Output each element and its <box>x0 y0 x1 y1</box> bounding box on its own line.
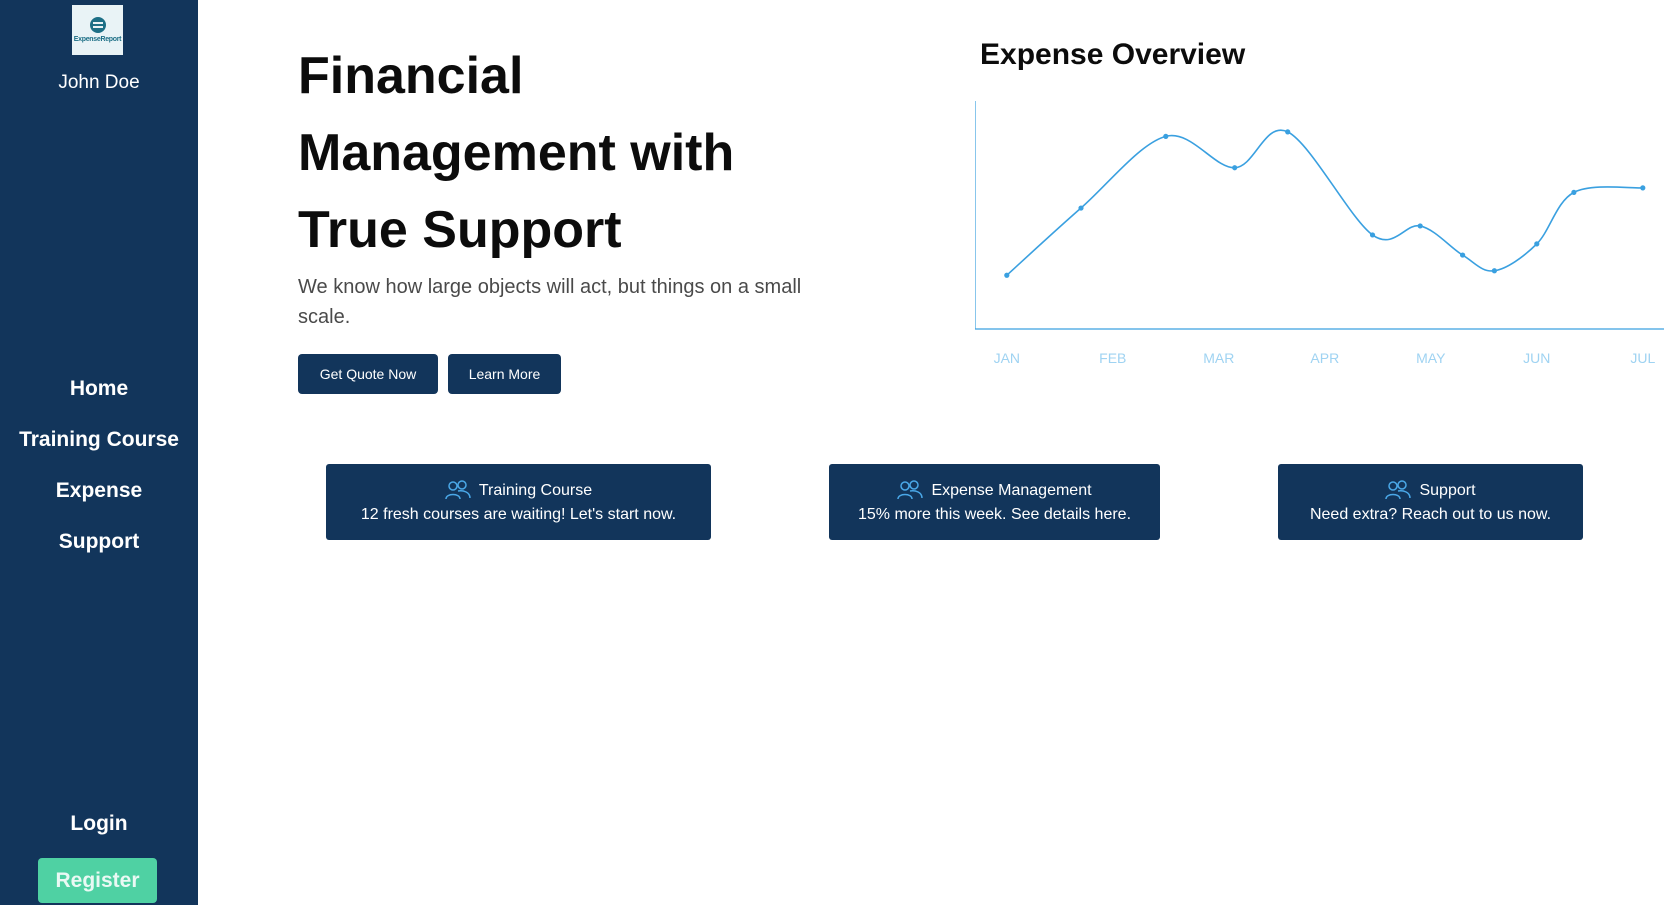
chart-x-tick-labels: JAN FEB MAR APR MAY JUN JUL <box>994 350 1656 366</box>
nav-item-home[interactable]: Home <box>0 363 198 414</box>
logo-text: ExpenseReport <box>73 36 122 43</box>
chart-point <box>1491 268 1497 274</box>
card-title: Expense Management <box>931 482 1092 499</box>
chart-point <box>1369 232 1376 238</box>
hero-title-line-1: Financial <box>298 47 524 105</box>
register-button[interactable]: Register <box>38 858 157 903</box>
card-description: Need extra? Reach out to us now. <box>1309 506 1552 523</box>
chart-point <box>1232 165 1238 171</box>
chart-axes <box>975 101 1664 330</box>
chart-title: Expense Overview <box>980 38 1246 71</box>
users-icon <box>445 480 471 500</box>
app-logo[interactable]: ExpenseReport <box>72 5 123 55</box>
hero-title-line-3: True Support <box>298 201 622 259</box>
x-tick-label: JUN <box>1523 350 1550 366</box>
card-header: Training Course <box>445 480 592 502</box>
card-description: 12 fresh courses are waiting! Let's star… <box>360 506 677 523</box>
feature-card-training[interactable]: Training Course 12 fresh courses are wai… <box>326 464 711 540</box>
chart-point <box>1534 241 1540 247</box>
card-title: Support <box>1419 482 1476 499</box>
feature-card-expense-management[interactable]: Expense Management 15% more this week. S… <box>829 464 1160 540</box>
hero-subtitle: We know how large objects will act, but … <box>298 276 802 328</box>
chart-points <box>1004 129 1646 278</box>
sidebar-nav: Home Training Course Expense Support <box>0 363 198 567</box>
x-tick-label: MAR <box>1203 350 1234 366</box>
expense-line-chart: JAN FEB MAR APR MAY JUN JUL <box>975 101 1664 366</box>
chart-point <box>1078 205 1084 211</box>
chart-point <box>1163 133 1169 139</box>
logo-icon <box>89 17 106 33</box>
card-title: Training Course <box>478 482 593 499</box>
hero-title-line-2: Management with <box>298 124 735 182</box>
card-description: 15% more this week. See details here. <box>857 506 1132 523</box>
card-header: Support <box>1385 480 1476 502</box>
users-icon <box>1385 480 1412 500</box>
users-icon <box>897 480 924 500</box>
x-tick-label: FEB <box>1099 350 1126 366</box>
chart-point <box>1285 129 1291 135</box>
x-tick-label: JUL <box>1630 350 1655 366</box>
sidebar: ExpenseReport John Doe Home Training Cou… <box>0 0 198 905</box>
chart-point <box>1004 272 1010 278</box>
login-link[interactable]: Login <box>0 812 198 836</box>
hero-title: Financial Management with True Support <box>298 38 858 269</box>
x-tick-label: APR <box>1310 350 1339 366</box>
chart-point <box>1460 252 1466 258</box>
nav-item-support[interactable]: Support <box>0 516 198 567</box>
nav-item-expense[interactable]: Expense <box>0 465 198 516</box>
get-quote-button[interactable]: Get Quote Now <box>298 354 438 394</box>
nav-item-training-course[interactable]: Training Course <box>0 414 198 465</box>
chart-series-line <box>1006 129 1643 276</box>
chart-point <box>1640 185 1646 191</box>
chart-point <box>1571 189 1577 195</box>
card-header: Expense Management <box>897 480 1092 502</box>
x-tick-label: MAY <box>1416 350 1446 366</box>
x-tick-label: JAN <box>994 350 1020 366</box>
user-name: John Doe <box>58 72 140 93</box>
learn-more-button[interactable]: Learn More <box>448 354 561 394</box>
feature-card-support[interactable]: Support Need extra? Reach out to us now. <box>1278 464 1583 540</box>
chart-point <box>1417 223 1423 229</box>
